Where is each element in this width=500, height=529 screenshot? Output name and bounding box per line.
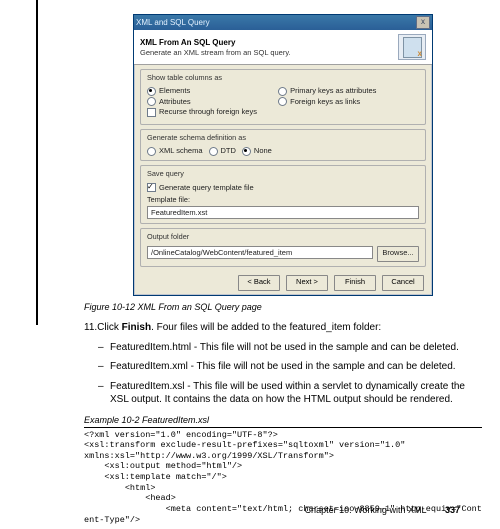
radio-pk-attr-label: Primary keys as attributes: [290, 86, 376, 97]
bullet-1: FeaturedItem.html - This file will not b…: [98, 341, 482, 355]
cancel-button[interactable]: Cancel: [382, 275, 424, 291]
radio-attributes[interactable]: [147, 97, 156, 106]
bullet-3: FeaturedItem.xsl - This file will be use…: [98, 380, 482, 407]
figure-caption: Figure 10-12 XML From an SQL Query page: [84, 302, 482, 312]
radio-attributes-label: Attributes: [159, 97, 191, 108]
radio-elements[interactable]: [147, 87, 156, 96]
radio-fk-links[interactable]: [278, 97, 287, 106]
bullet-list: FeaturedItem.html - This file will not b…: [98, 341, 482, 407]
check-gen-template[interactable]: [147, 183, 156, 192]
radio-elements-label: Elements: [159, 86, 190, 97]
radio-xml-schema[interactable]: [147, 147, 156, 156]
dialog-window: XML and SQL Query x XML From An SQL Quer…: [133, 14, 433, 296]
dialog-title: XML and SQL Query: [136, 18, 416, 27]
banner-subtitle: Generate an XML stream from an SQL query…: [140, 48, 291, 57]
dialog-banner: XML From An SQL Query Generate an XML st…: [134, 30, 432, 65]
xml-file-icon: [398, 34, 426, 60]
example-caption: Example 10-2 FeaturedItem.xsl: [84, 415, 482, 428]
group-output: Output folder /OnlineCatalog/WebContent/…: [140, 228, 426, 266]
radio-pk-attr[interactable]: [278, 87, 287, 96]
dialog-titlebar: XML and SQL Query x: [134, 15, 432, 30]
page-footer: Chapter 10. Working with XML 337: [305, 505, 460, 515]
browse-button[interactable]: Browse...: [377, 246, 419, 262]
close-icon[interactable]: x: [416, 16, 430, 29]
banner-title: XML From An SQL Query: [140, 38, 291, 47]
group4-legend: Output folder: [145, 232, 191, 242]
template-file-label: Template file:: [147, 195, 419, 205]
group3-legend: Save query: [145, 169, 186, 179]
back-button[interactable]: < Back: [238, 275, 280, 291]
radio-fk-links-label: Foreign keys as links: [290, 97, 360, 108]
group2-legend: Generate schema definition as: [145, 133, 248, 143]
output-folder-input[interactable]: /OnlineCatalog/WebContent/featured_item: [147, 246, 373, 259]
bullet-2: FeaturedItem.xml - This file will not be…: [98, 360, 482, 374]
finish-button[interactable]: Finish: [334, 275, 376, 291]
footer-page: 337: [445, 505, 460, 515]
next-button[interactable]: Next >: [286, 275, 328, 291]
radio-dtd[interactable]: [209, 147, 218, 156]
step-11: 11.Click Finish. Four files will be adde…: [84, 322, 482, 333]
footer-chapter: Chapter 10. Working with XML: [305, 505, 427, 515]
check-recurse-label: Recurse through foreign keys: [159, 107, 257, 118]
group-save-query: Save query Generate query template file …: [140, 165, 426, 224]
group-show-columns: Show table columns as Elements Attribute…: [140, 69, 426, 125]
group-legend: Show table columns as: [145, 73, 224, 83]
group-schema-def: Generate schema definition as XML schema…: [140, 129, 426, 162]
check-recurse[interactable]: [147, 108, 156, 117]
template-file-input[interactable]: FeaturedItem.xst: [147, 206, 419, 219]
dialog-button-row: < Back Next > Finish Cancel: [134, 271, 432, 295]
radio-none[interactable]: [242, 147, 251, 156]
